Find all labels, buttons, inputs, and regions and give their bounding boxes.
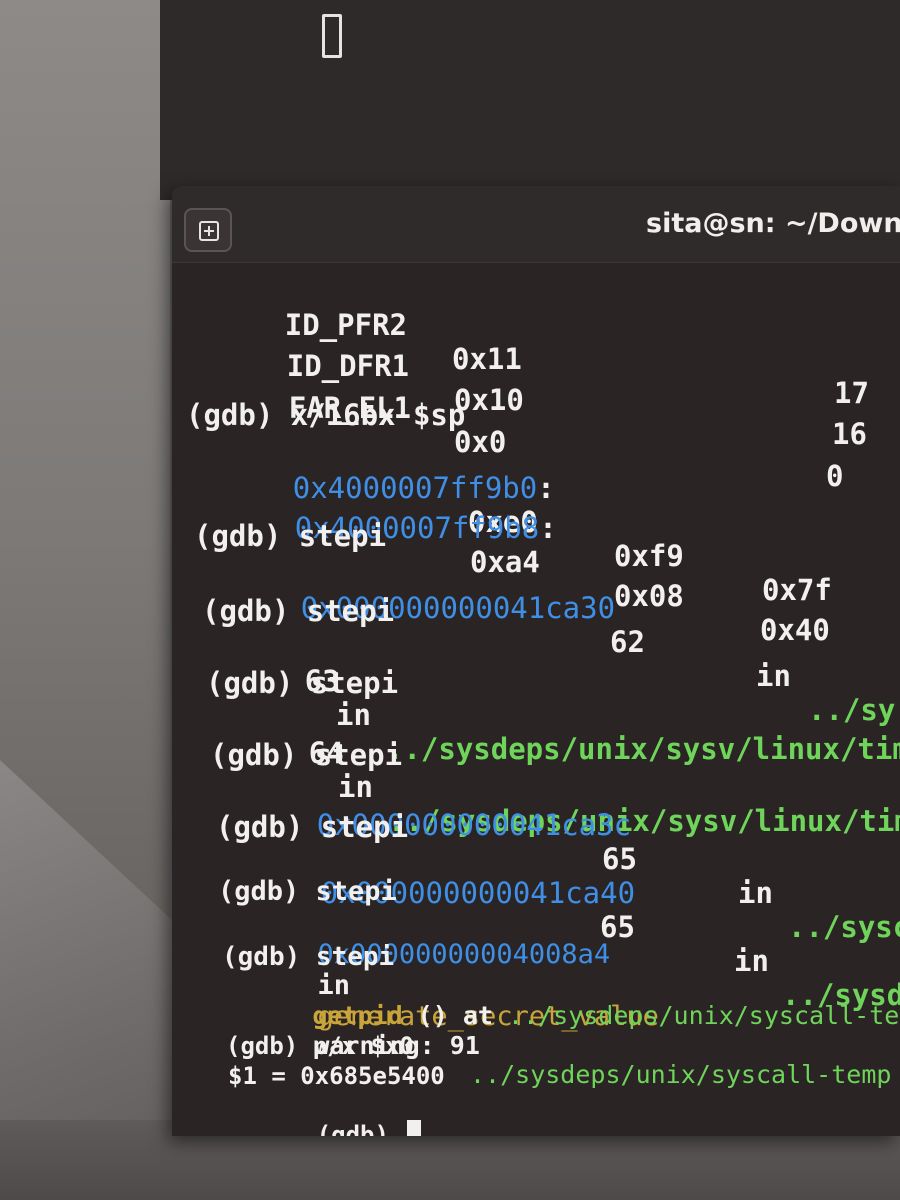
gdb-command: (gdb) stepi <box>202 594 395 628</box>
register-hex: 0x11 <box>452 342 522 376</box>
gdb-command: (gdb) stepi <box>206 666 399 700</box>
register-dec: 16 <box>832 417 867 451</box>
background-terminal-cursor <box>322 14 342 58</box>
gdb-prompt[interactable]: (gdb) <box>230 1092 422 1136</box>
terminal-output[interactable]: ID_PFR2 0x11 17 ID_DFR1 0x10 16 FAR_EL1 … <box>172 262 900 1136</box>
memory-byte: 0x7f <box>762 573 832 607</box>
source-path: ../sysdeps/unix/sysv/linux/tim <box>386 732 900 766</box>
memory-byte: 0x40 <box>760 613 830 647</box>
register-dec: 17 <box>834 376 869 410</box>
new-tab-button[interactable] <box>184 208 232 252</box>
gdb-command: (gdb) p/x $x0 <box>226 1032 414 1060</box>
prompt-text: (gdb) <box>316 1121 404 1136</box>
source-path: ../sy <box>808 693 896 727</box>
terminal-window[interactable]: sita@sn: ~/Downl ID_PFR2 0x11 17 ID_DFR1… <box>172 186 900 1136</box>
in-keyword: in <box>738 876 773 910</box>
source-line-number: 62 <box>610 625 645 659</box>
source-path: ../sysdeps/unix/syscall-temp <box>470 1060 892 1089</box>
gdb-command: (gdb) stepi <box>218 876 397 907</box>
register-dec: 0 <box>826 459 844 493</box>
window-title: sita@sn: ~/Downl <box>646 208 900 239</box>
memory-byte: 0x08 <box>614 579 684 613</box>
text-cursor <box>407 1120 422 1136</box>
gdb-command: (gdb) stepi <box>194 519 387 553</box>
background-terminal-window <box>160 0 900 200</box>
terminal-titlebar: sita@sn: ~/Downl <box>172 186 900 263</box>
print-result: $1 = 0x685e5400 <box>228 1062 445 1090</box>
source-path: ../sysc <box>788 910 900 944</box>
gdb-command: (gdb) x/16bx $sp <box>186 398 466 432</box>
gdb-command: (gdb) stepi <box>216 810 409 844</box>
new-tab-icon <box>199 221 219 241</box>
gdb-command: (gdb) stepi <box>222 942 395 972</box>
source-path: ../sysdeps/unix/syscall-templa <box>507 1001 900 1030</box>
memory-byte: 0xf9 <box>614 539 684 573</box>
gdb-command: (gdb) stepi <box>210 738 403 772</box>
in-keyword: in <box>756 659 791 693</box>
